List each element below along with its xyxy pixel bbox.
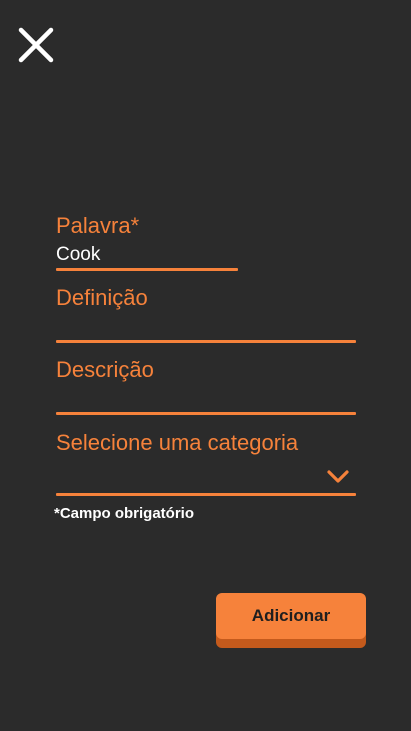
description-label: Descrição <box>56 357 154 382</box>
chevron-down-icon <box>327 470 349 483</box>
word-underline <box>56 268 238 271</box>
definition-label: Definição <box>56 285 148 310</box>
category-select[interactable]: Selecione uma categoria <box>56 430 298 456</box>
definition-underline <box>56 340 356 343</box>
add-button[interactable]: Adicionar <box>216 593 366 648</box>
add-button-label: Adicionar <box>216 593 366 639</box>
add-word-form: Palavra* Cook Definição Descrição Seleci… <box>0 0 411 731</box>
category-dropdown-toggle[interactable] <box>326 469 350 485</box>
word-input[interactable]: Cook <box>56 244 100 266</box>
required-field-note: *Campo obrigatório <box>54 505 195 522</box>
description-input[interactable] <box>56 384 356 412</box>
category-underline <box>56 493 356 496</box>
word-label: Palavra* <box>56 213 140 238</box>
definition-input[interactable] <box>56 312 356 340</box>
description-underline <box>56 412 356 415</box>
